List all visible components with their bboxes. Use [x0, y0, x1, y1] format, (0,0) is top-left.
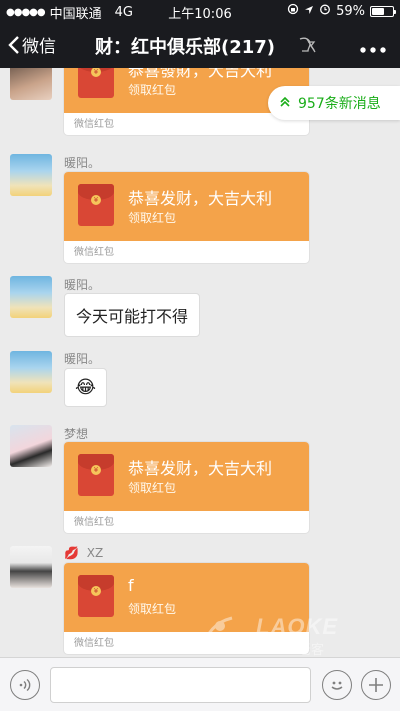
- avatar[interactable]: [10, 351, 52, 393]
- battery-icon: [370, 5, 396, 17]
- avatar[interactable]: [10, 276, 52, 318]
- orientation-lock-icon: [287, 3, 299, 19]
- chat-message-list[interactable]: ¥ 恭喜發財，大吉大利 领取红包 微信红包 957条新消息 暖阳。 ¥ 恭喜发财…: [0, 68, 400, 657]
- status-bar: ●●●●● 中国联通 4G 上午10:06 59%: [0, 0, 400, 22]
- red-envelope-icon: ¥: [78, 68, 114, 98]
- red-envelope-icon: ¥: [78, 454, 114, 496]
- new-messages-button[interactable]: 957条新消息: [268, 86, 400, 120]
- sender-name: 暖阳。: [64, 278, 101, 292]
- mute-notifications-icon: [296, 36, 316, 58]
- sender-name: 梦想: [64, 427, 89, 441]
- emoji-button[interactable]: [322, 670, 352, 700]
- red-envelope-icon: ¥: [78, 575, 114, 617]
- red-packet-action: 领取红包: [128, 481, 177, 495]
- red-packet-footer: 微信红包: [74, 638, 114, 649]
- double-chevron-up-icon: [280, 96, 290, 111]
- status-right: 59%: [287, 3, 396, 19]
- more-functions-button[interactable]: [361, 670, 391, 700]
- red-packet-greeting: 恭喜發財，大吉大利: [128, 68, 273, 80]
- text-message[interactable]: 今天可能打不得: [64, 293, 201, 337]
- sender-name: 暖阳。: [64, 156, 101, 170]
- back-label: 微信: [22, 37, 56, 57]
- more-options-button[interactable]: [360, 34, 386, 59]
- back-button[interactable]: 微信: [8, 32, 56, 57]
- red-packet-footer: 微信红包: [74, 247, 114, 258]
- smiley-icon: [331, 681, 343, 690]
- sender-name-text: XZ: [86, 546, 104, 560]
- battery-percent: 59%: [336, 3, 365, 19]
- watermark-text: LAOKE: [256, 614, 338, 639]
- red-packet-greeting: 恭喜发财，大吉大利: [128, 189, 273, 208]
- alarm-icon: [319, 3, 331, 19]
- red-packet-action: 领取红包: [128, 602, 177, 616]
- voice-icon: [19, 678, 31, 692]
- watermark-logo: LAOKE .com 老客: [196, 612, 356, 657]
- location-icon: [304, 4, 314, 19]
- sender-name: 暖阳。: [64, 352, 101, 366]
- voice-input-button[interactable]: [10, 670, 40, 700]
- watermark-figure-icon: [200, 616, 233, 653]
- avatar[interactable]: [10, 68, 52, 100]
- red-packet-greeting: f: [128, 576, 134, 595]
- chevron-left-icon: [8, 35, 19, 54]
- red-packet-footer: 微信红包: [74, 517, 114, 528]
- message-input[interactable]: [50, 667, 311, 703]
- watermark-subtext: .com 老客: [262, 643, 325, 657]
- avatar[interactable]: [10, 154, 52, 196]
- red-packet-message[interactable]: ¥ 恭喜发财，大吉大利 领取红包 微信红包: [64, 172, 309, 263]
- red-packet-footer: 微信红包: [74, 119, 114, 130]
- nav-bar: 微信 财：红中俱乐部(217): [0, 22, 400, 68]
- red-packet-action: 领取红包: [128, 83, 177, 97]
- emoji-message[interactable]: 😂: [64, 368, 108, 407]
- red-packet-message[interactable]: ¥ 恭喜发财，大吉大利 领取红包 微信红包: [64, 442, 309, 533]
- new-messages-count: 957条新消息: [298, 96, 381, 112]
- input-bar: [0, 657, 400, 711]
- lips-emoji-icon: 💋: [64, 546, 79, 560]
- red-packet-action: 领取红包: [128, 211, 177, 225]
- sender-name: 💋 XZ: [64, 546, 103, 560]
- plus-icon: [369, 678, 383, 692]
- avatar[interactable]: [10, 425, 52, 467]
- avatar[interactable]: [10, 546, 52, 588]
- chat-title: 财：红中俱乐部(217): [95, 37, 276, 58]
- red-packet-greeting: 恭喜发财，大吉大利: [128, 459, 273, 478]
- red-envelope-icon: ¥: [78, 184, 114, 226]
- more-dots-icon: [360, 47, 386, 53]
